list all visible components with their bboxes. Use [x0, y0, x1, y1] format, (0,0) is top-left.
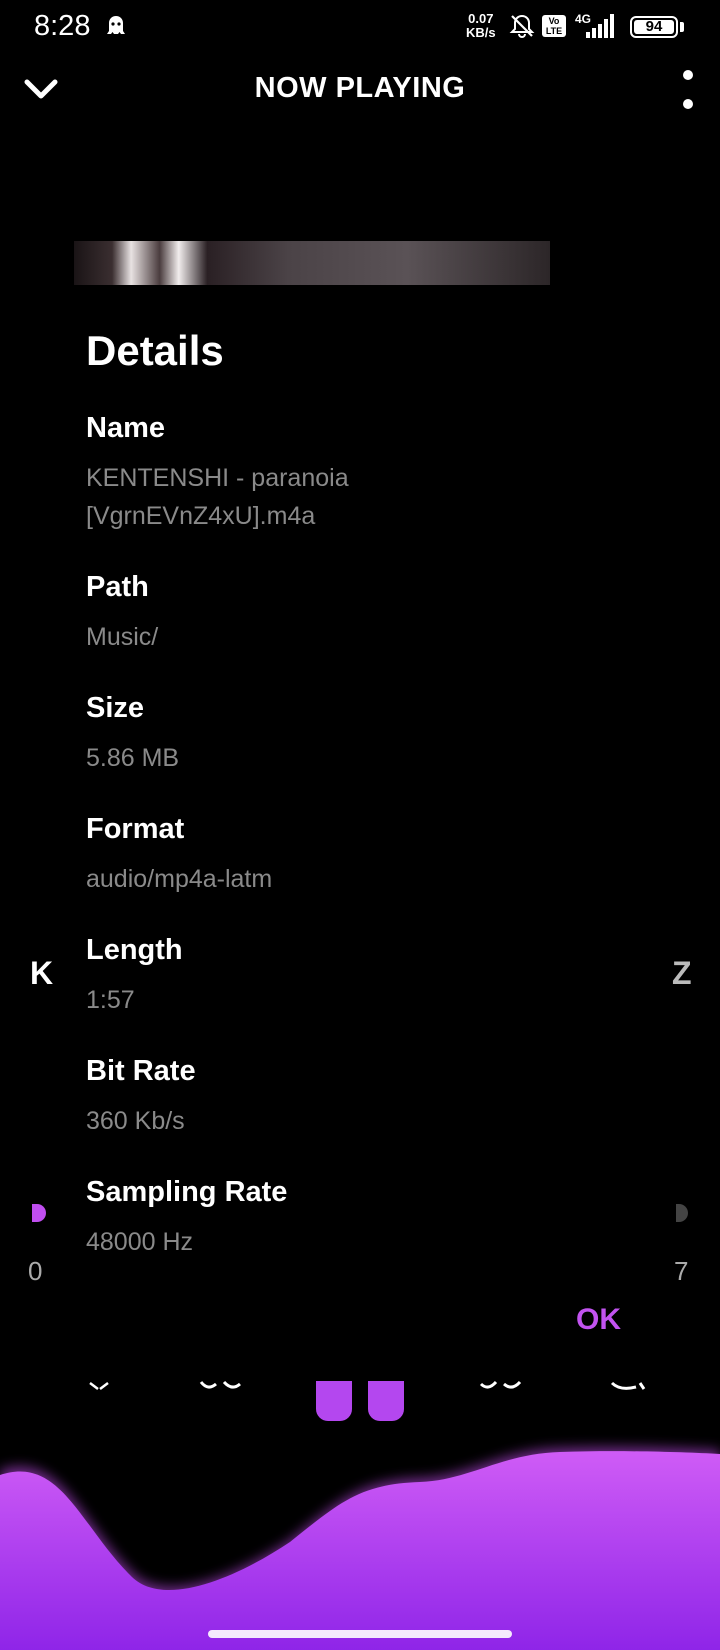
dialog-title: Details	[86, 327, 224, 374]
detail-bit-rate: Bit Rate 360 Kb/s	[86, 1054, 626, 1140]
detail-label: Path	[86, 571, 149, 603]
queue-icon[interactable]	[610, 1381, 646, 1391]
ghost-icon	[107, 16, 125, 34]
network-speed-unit: KB/s	[466, 25, 496, 40]
battery-tip	[680, 22, 684, 32]
detail-size: Size 5.86 MB	[86, 691, 626, 777]
detail-path: Path Music/	[86, 570, 626, 656]
track-title-fragment-right: Z	[672, 955, 692, 991]
detail-value: 360 Kb/s	[86, 1107, 185, 1135]
detail-label: Size	[86, 692, 145, 724]
network-speed-value: 0.07	[468, 11, 494, 26]
detail-value: 5.86 MB	[86, 744, 180, 772]
detail-label: Length	[86, 934, 183, 966]
more-options-icon[interactable]	[676, 68, 700, 112]
elapsed-time: 0	[28, 1256, 43, 1286]
status-bar: 8:28 0.07 KB/s Vo LTE 4G 94	[0, 0, 720, 56]
seekbar-progress[interactable]	[32, 1204, 46, 1222]
ok-button[interactable]: OK	[576, 1303, 621, 1337]
details-dialog: Details Name KENTENSHI - paranoia [VgrnE…	[74, 285, 650, 1381]
detail-length: Length 1:57	[86, 933, 626, 1019]
detail-label: Sampling Rate	[86, 1176, 288, 1208]
detail-label: Bit Rate	[86, 1055, 196, 1087]
battery-icon: 94	[630, 16, 678, 38]
pause-icon-left-bar	[316, 1381, 352, 1421]
shuffle-icon[interactable]	[88, 1381, 110, 1391]
pause-icon-right-bar	[368, 1381, 404, 1421]
detail-label: Format	[86, 813, 185, 845]
battery-level: 94	[634, 19, 674, 34]
volte-label-bottom: LTE	[545, 26, 563, 36]
volte-icon: Vo LTE	[542, 15, 566, 37]
next-icon[interactable]	[478, 1381, 524, 1391]
previous-icon[interactable]	[198, 1381, 244, 1391]
track-title-fragment-left: K	[30, 955, 54, 991]
detail-value: Music/	[86, 623, 159, 651]
home-indicator[interactable]	[208, 1630, 512, 1638]
detail-name: Name KENTENSHI - paranoia [VgrnEVnZ4xU].…	[86, 411, 626, 535]
seekbar-end	[676, 1204, 688, 1222]
signal-icon	[586, 14, 614, 38]
bell-off-icon	[509, 14, 535, 38]
now-playing-header: NOW PLAYING	[0, 60, 720, 120]
detail-value: KENTENSHI - paranoia [VgrnEVnZ4xU].m4a	[86, 464, 349, 530]
pause-button[interactable]	[316, 1381, 406, 1421]
detail-label: Name	[86, 412, 165, 444]
total-time: 7	[674, 1256, 689, 1286]
album-art	[74, 241, 550, 285]
detail-value: 1:57	[86, 986, 135, 1014]
volte-label-top: Vo	[548, 16, 560, 26]
detail-format: Format audio/mp4a-latm	[86, 812, 626, 898]
status-time: 8:28	[34, 10, 91, 42]
detail-value: audio/mp4a-latm	[86, 865, 273, 893]
detail-sampling-rate: Sampling Rate 48000 Hz	[86, 1175, 626, 1261]
page-title: NOW PLAYING	[254, 72, 466, 104]
detail-value: 48000 Hz	[86, 1228, 194, 1256]
wave-decoration	[0, 1447, 720, 1650]
network-speed: 0.07 KB/s	[466, 12, 496, 40]
